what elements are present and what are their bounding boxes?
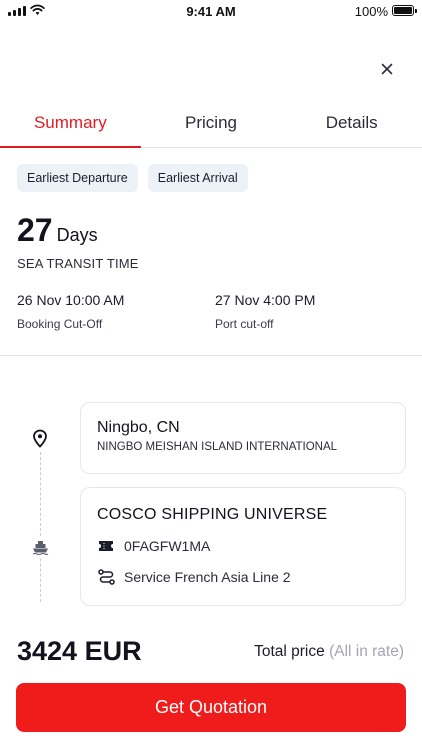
port-cutoff-label: Port cut-off bbox=[215, 317, 274, 331]
port-cutoff-value: 27 Nov 4:00 PM bbox=[215, 292, 316, 308]
filter-chips: Earliest Departure Earliest Arrival bbox=[17, 164, 248, 192]
booking-cutoff-value: 26 Nov 10:00 AM bbox=[17, 292, 125, 308]
price-amount: 3424 EUR bbox=[17, 636, 142, 666]
total-price-note: (All in rate) bbox=[329, 643, 404, 660]
port-cutoff: 27 Nov 4:00 PM Port cut-off bbox=[215, 292, 315, 331]
section-divider bbox=[0, 355, 422, 356]
ticket-icon bbox=[97, 537, 115, 555]
transit-time: 27 Days bbox=[17, 212, 98, 249]
vessel-service: Service French Asia Line 2 bbox=[124, 569, 291, 585]
route-icon bbox=[97, 568, 115, 586]
booking-cutoff-label: Booking Cut-Off bbox=[17, 317, 103, 331]
transit-label: SEA TRANSIT TIME bbox=[17, 256, 139, 271]
battery-percent: 100% bbox=[354, 4, 388, 19]
location-pin-icon bbox=[30, 428, 50, 448]
chip-earliest-arrival[interactable]: Earliest Arrival bbox=[147, 164, 248, 192]
total-price: Total price (All in rate) bbox=[254, 643, 404, 661]
origin-terminal: NINGBO MEISHAN ISLAND INTERNATIONAL bbox=[97, 441, 338, 453]
vessel-code: 0FAGFW1MA bbox=[124, 538, 211, 554]
close-icon bbox=[381, 63, 393, 75]
tab-details[interactable]: Details bbox=[281, 104, 422, 147]
vessel-code-row: 0FAGFW1MA bbox=[97, 537, 389, 555]
vessel-name: COSCO SHIPPING UNIVERSE bbox=[97, 506, 328, 523]
get-quotation-button[interactable]: Get Quotation bbox=[16, 683, 406, 732]
transit-unit: Days bbox=[56, 225, 98, 245]
close-button[interactable] bbox=[376, 58, 398, 80]
booking-cutoff: 26 Nov 10:00 AM Booking Cut-Off bbox=[17, 292, 124, 331]
ship-icon bbox=[30, 537, 50, 557]
vessel-service-row: Service French Asia Line 2 bbox=[97, 568, 389, 586]
tab-bar: Summary Pricing Details bbox=[0, 104, 422, 148]
battery-icon bbox=[392, 5, 417, 16]
origin-card[interactable]: Ningbo, CN NINGBO MEISHAN ISLAND INTERNA… bbox=[80, 402, 406, 474]
chip-earliest-departure[interactable]: Earliest Departure bbox=[17, 164, 138, 192]
total-price-label: Total price bbox=[254, 643, 325, 660]
route-line bbox=[40, 452, 41, 602]
origin-name: Ningbo, CN bbox=[97, 419, 180, 436]
vessel-card[interactable]: COSCO SHIPPING UNIVERSE 0FAGFW1MA Servic… bbox=[80, 487, 406, 606]
status-bar: 9:41 AM 100% bbox=[0, 0, 422, 24]
tab-pricing[interactable]: Pricing bbox=[141, 104, 282, 147]
tab-summary[interactable]: Summary bbox=[0, 104, 141, 148]
transit-days: 27 bbox=[17, 212, 53, 248]
